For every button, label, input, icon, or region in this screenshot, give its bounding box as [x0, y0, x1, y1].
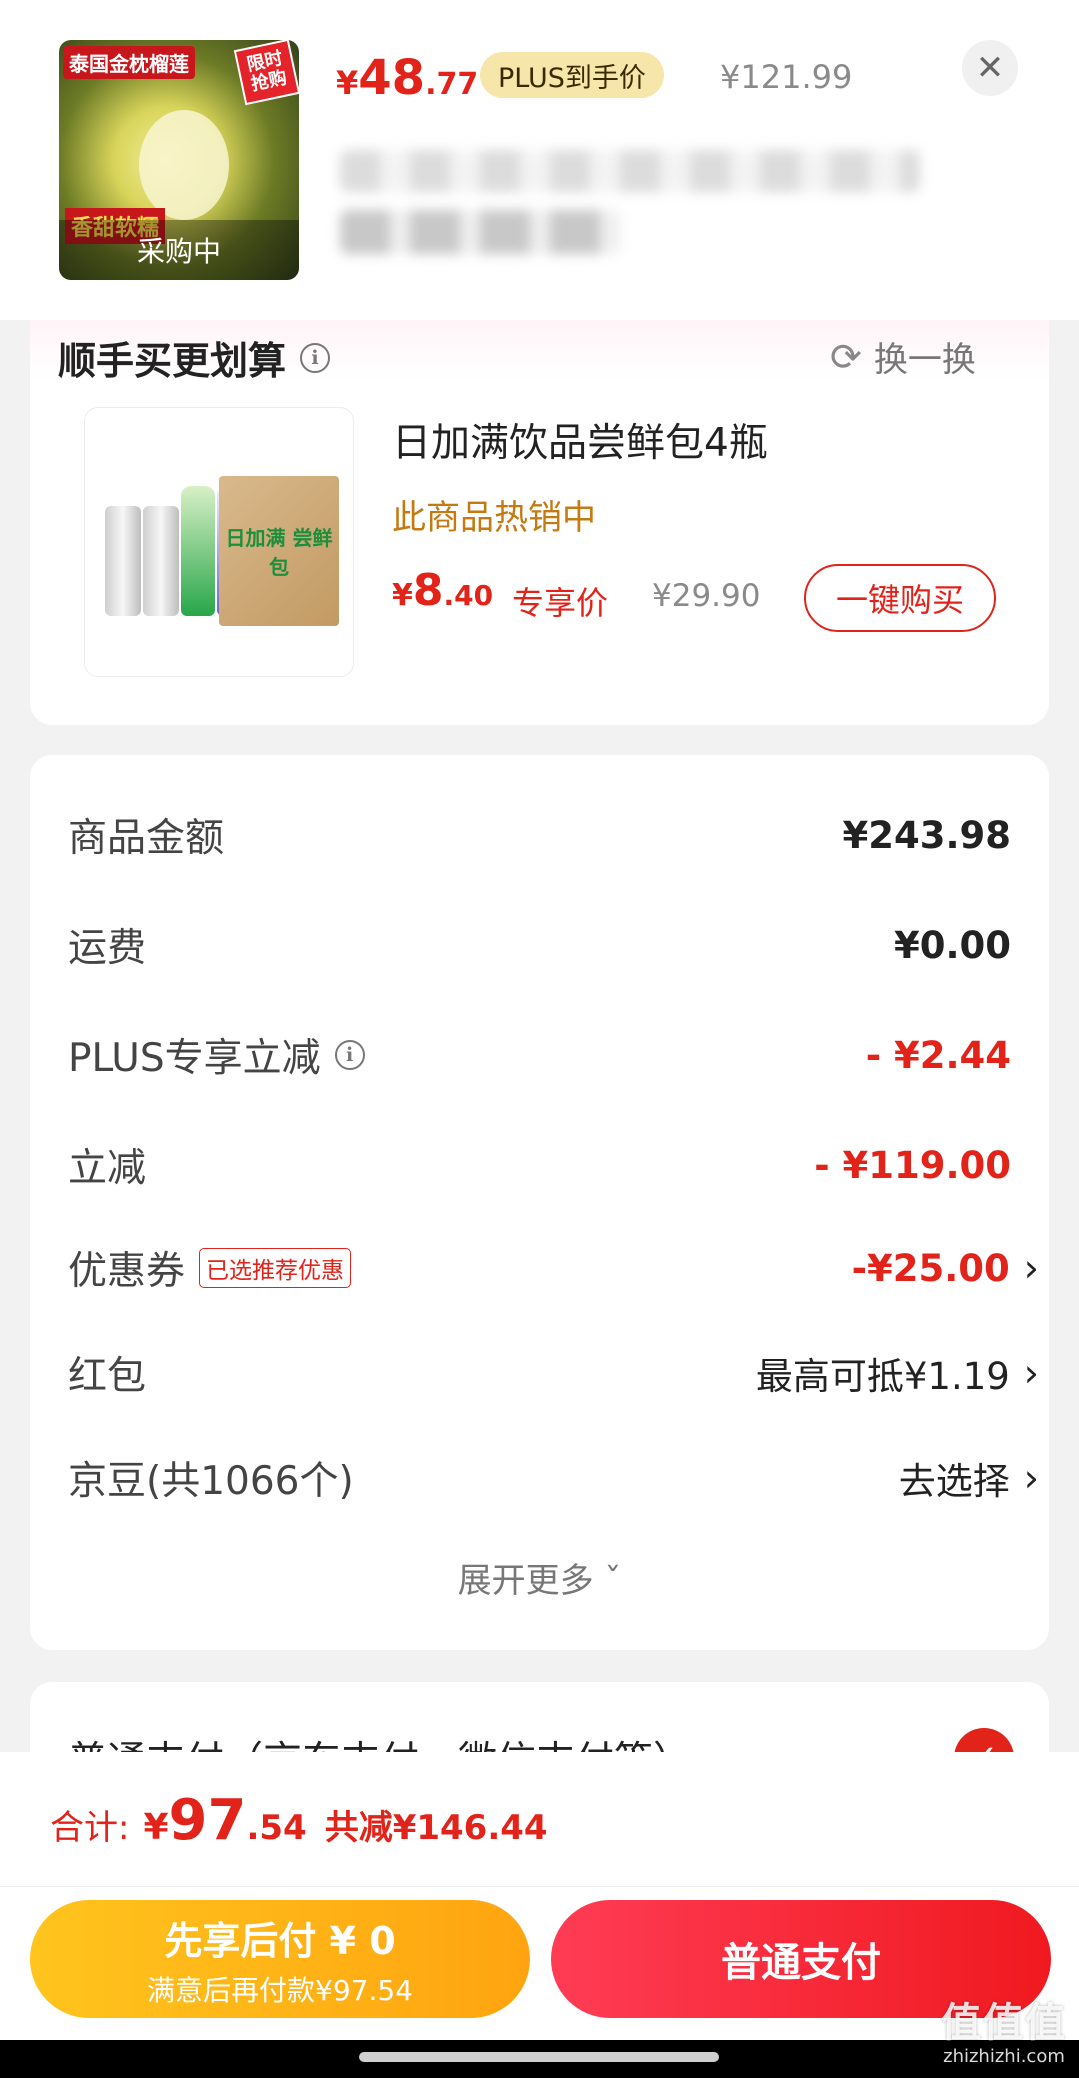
swap-button[interactable]: ⟳ 换一换	[830, 332, 976, 381]
divider	[0, 1886, 1079, 1887]
price-currency: ¥	[392, 578, 413, 613]
instant-discount-label: 立减	[68, 1146, 147, 1191]
pay-later-title: 先享后付 ¥ 0	[164, 1918, 396, 1963]
price-decimal: .40	[443, 579, 494, 612]
durian-flesh-image	[139, 110, 229, 220]
coupon-value: -¥25.00	[851, 1246, 1010, 1290]
plus-price-badge: PLUS到手价	[480, 52, 664, 98]
jd-beans-value: 去选择	[898, 1460, 1010, 1503]
order-summary-card	[30, 755, 1049, 1650]
total-currency: ¥	[143, 1807, 169, 1848]
bottle-image	[181, 486, 215, 616]
pay-later-button[interactable]: 先享后付 ¥ 0 满意后再付款¥97.54	[30, 1900, 530, 2018]
original-price: ¥121.99	[720, 58, 853, 96]
blurred-product-title	[340, 150, 920, 192]
expand-more-label: 展开更多	[457, 1561, 594, 1601]
upsell-product-price: ¥ 8 .40	[392, 565, 493, 616]
home-indicator[interactable]	[359, 2052, 719, 2062]
price-integer: 8	[412, 565, 444, 616]
instant-discount-row: 立减 - ¥119.00	[68, 1135, 1011, 1195]
thumbnail-status-overlay: 采购中	[59, 220, 299, 280]
blurred-product-spec	[340, 210, 620, 254]
jd-beans-row[interactable]: 京豆(共1066个) 去选择 ›	[68, 1448, 1039, 1508]
goods-amount-value: ¥243.98	[842, 813, 1011, 857]
order-total: 合计: ¥ 97 .54 共减¥146.44	[50, 1788, 548, 1853]
price-currency: ¥	[336, 64, 359, 102]
red-packet-value: 最高可抵¥1.19	[755, 1355, 1010, 1398]
expand-more-button[interactable]: 展开更多 ˇ	[0, 1553, 1079, 1602]
chevron-right-icon: ›	[1023, 1351, 1039, 1395]
coupon-value-group: -¥25.00 ›	[852, 1246, 1039, 1290]
total-saved: 共减¥146.44	[324, 1808, 548, 1848]
chevron-right-icon: ›	[1023, 1456, 1039, 1500]
one-click-buy-button[interactable]: 一键购买	[804, 564, 996, 632]
jd-beans-label: 京豆(共1066个)	[68, 1459, 354, 1504]
can-image	[143, 506, 179, 616]
total-label: 合计:	[50, 1808, 130, 1848]
watermark-url: zhizhizhi.com	[943, 2046, 1065, 2067]
coupon-label-group: 优惠券 已选推荐优惠	[68, 1240, 352, 1296]
shipping-row: 运费 ¥0.00	[68, 915, 1011, 975]
chevron-right-icon: ›	[1023, 1246, 1039, 1290]
red-packet-row[interactable]: 红包 最高可抵¥1.19 ›	[68, 1343, 1039, 1403]
red-packet-value-group: 最高可抵¥1.19 ›	[756, 1346, 1039, 1400]
product-header: 泰国金枕榴莲 限时抢购 香甜软糯 采购中 ¥ 48 .77 PLUS到手价 ¥1…	[0, 0, 1079, 320]
red-packet-label: 红包	[68, 1354, 147, 1399]
exclusive-price-label: 专享价	[512, 584, 609, 622]
close-button[interactable]: ✕	[962, 40, 1018, 96]
goods-amount-label: 商品金额	[68, 816, 225, 861]
coupon-recommended-tag: 已选推荐优惠	[199, 1248, 352, 1288]
chevron-down-icon: ˇ	[604, 1561, 622, 1601]
upsell-title-text: 顺手买更划算	[58, 339, 287, 383]
coupon-label: 优惠券	[68, 1249, 186, 1294]
carton-image: 日加满 尝鲜包	[219, 476, 339, 626]
thumbnail-tag-origin: 泰国金枕榴莲	[63, 46, 195, 79]
goods-amount-row: 商品金额 ¥243.98	[68, 805, 1011, 865]
pay-later-subtitle: 满意后再付款¥97.54	[147, 1973, 413, 2007]
plus-discount-label-group: PLUS专享立减 i	[68, 1027, 365, 1083]
jd-beans-value-group: 去选择 ›	[899, 1451, 1039, 1505]
info-icon[interactable]: i	[300, 342, 331, 373]
close-icon: ✕	[975, 48, 1005, 88]
plus-discount-label: PLUS专享立减	[68, 1036, 321, 1081]
watermark-logo: 值值值	[941, 2000, 1067, 2046]
price-decimal: .77	[425, 67, 479, 102]
shipping-label: 运费	[68, 926, 147, 971]
upsell-title: 顺手买更划算 i	[58, 330, 331, 385]
plus-price: ¥ 48 .77	[336, 50, 478, 106]
swap-label: 换一换	[873, 340, 976, 380]
upsell-original-price: ¥29.90	[652, 578, 761, 614]
site-watermark: 值值值 zhizhizhi.com	[941, 1990, 1067, 2067]
upsell-product-image[interactable]: 日加满 尝鲜包	[84, 407, 354, 677]
price-integer: 48	[358, 50, 426, 106]
plus-discount-row: PLUS专享立减 i - ¥2.44	[68, 1025, 1011, 1085]
total-decimal: .54	[246, 1808, 307, 1848]
plus-discount-value: - ¥2.44	[865, 1033, 1011, 1077]
instant-discount-value: - ¥119.00	[814, 1143, 1011, 1187]
info-icon[interactable]: i	[334, 1040, 365, 1070]
upsell-hot-label: 此商品热销中	[392, 498, 596, 538]
thumbnail-tag-flash: 限时抢购	[233, 40, 299, 106]
refresh-icon: ⟳	[830, 334, 862, 379]
shipping-value: ¥0.00	[893, 923, 1011, 967]
total-integer: 97	[168, 1788, 247, 1853]
coupon-row[interactable]: 优惠券 已选推荐优惠 -¥25.00 ›	[68, 1238, 1039, 1298]
product-thumbnail[interactable]: 泰国金枕榴莲 限时抢购 香甜软糯 采购中	[59, 40, 299, 280]
upsell-product-name[interactable]: 日加满饮品尝鲜包4瓶	[392, 412, 768, 468]
can-image	[105, 506, 141, 616]
